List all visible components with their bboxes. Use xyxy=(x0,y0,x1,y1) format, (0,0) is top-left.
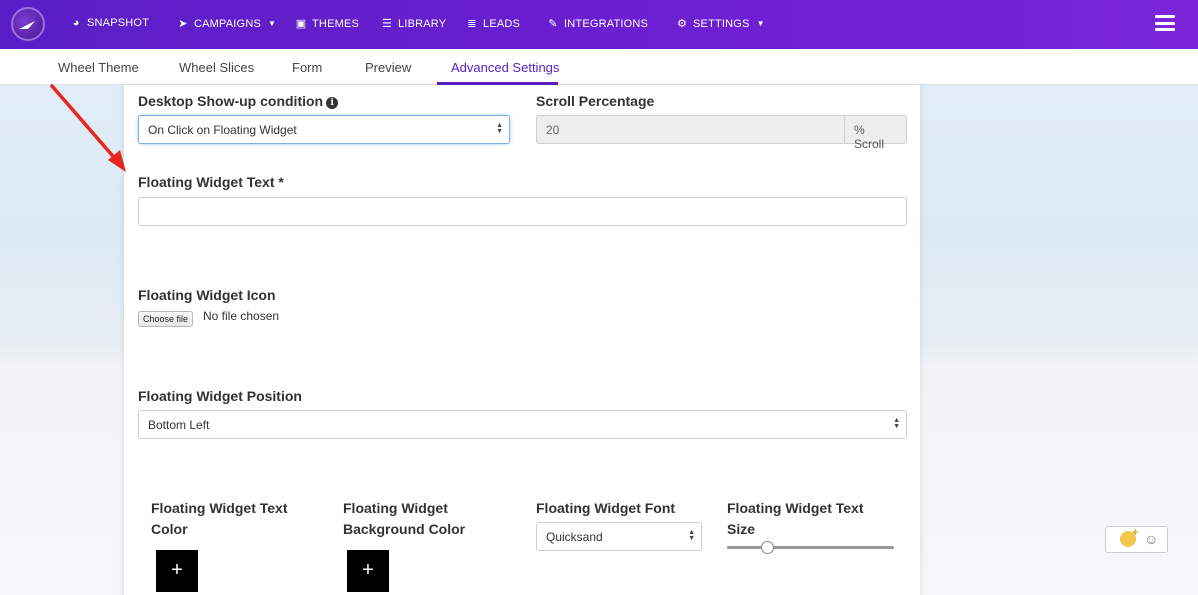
list-icon: ≣ xyxy=(467,18,477,30)
chevron-down-icon: ▼ xyxy=(268,19,277,28)
advanced-settings-panel: Desktop Show-up condition i On Click on F… xyxy=(124,85,920,595)
cogs-icon: ⚙ xyxy=(676,18,688,30)
scroll-percentage-label: Scroll Percentage xyxy=(536,93,655,109)
no-file-chosen-text: No file chosen xyxy=(203,309,280,323)
select-arrows-icon: ▲ ▼ xyxy=(893,417,900,430)
widget-text-label: Floating Widget Text * xyxy=(138,174,284,190)
scroll-percentage-addon: % Scroll xyxy=(844,115,907,151)
library-icon: ☰ xyxy=(381,18,393,30)
tab-wheel-theme[interactable]: Wheel Theme xyxy=(58,60,139,75)
tab-preview[interactable]: Preview xyxy=(365,60,411,75)
hamburger-menu-icon[interactable] xyxy=(1155,15,1175,31)
top-navbar: ◕ SNAPSHOT ➤ CAMPAIGNS ▼ ▣ THEMES ☰ LIBR… xyxy=(0,0,1198,49)
scroll-percentage-input: 20 xyxy=(536,115,845,144)
nav-integrations[interactable]: ✎ INTEGRATIONS xyxy=(547,17,648,31)
app-logo[interactable] xyxy=(11,7,45,41)
bg-color-add-button[interactable]: + xyxy=(347,550,389,592)
image-icon: ▣ xyxy=(295,18,307,30)
logo-pointer-icon xyxy=(19,21,35,29)
chevron-down-icon: ▼ xyxy=(756,19,765,28)
nav-snapshot[interactable]: ◕ SNAPSHOT xyxy=(70,17,149,29)
widget-position-select[interactable]: Bottom Left ▲ ▼ xyxy=(138,410,907,439)
editor-tabs: Wheel Theme Wheel Slices Form Preview Ad… xyxy=(0,49,1198,85)
text-size-label: Floating Widget Text Size xyxy=(727,500,864,537)
plus-icon: + xyxy=(1132,527,1139,539)
select-arrows-icon: ▲ ▼ xyxy=(688,529,695,542)
plug-icon: ✎ xyxy=(548,18,558,30)
choose-file-button[interactable]: Choose file xyxy=(138,311,194,327)
nav-campaigns[interactable]: ➤ CAMPAIGNS ▼ xyxy=(177,17,277,31)
dashboard-icon: ◕ xyxy=(72,17,80,29)
nav-leads[interactable]: ≣ LEADS xyxy=(466,17,520,31)
nav-themes[interactable]: ▣ THEMES xyxy=(295,17,359,31)
text-color-add-button[interactable]: + xyxy=(156,550,198,592)
paper-plane-icon: ➤ xyxy=(178,18,188,30)
smiley-icon: ☺ xyxy=(1144,531,1159,547)
tab-form[interactable]: Form xyxy=(292,60,322,75)
select-arrows-icon: ▲ ▼ xyxy=(496,122,503,135)
emoji-reaction-widget[interactable]: + ☺ xyxy=(1105,526,1168,553)
text-color-label: Floating Widget Text Color xyxy=(151,500,288,537)
desktop-condition-select[interactable]: On Click on Floating Widget ▲ ▼ xyxy=(138,115,510,144)
annotation-arrow-icon xyxy=(50,84,126,172)
info-icon[interactable]: i xyxy=(326,97,339,109)
widget-position-label: Floating Widget Position xyxy=(138,388,302,404)
desktop-condition-label: Desktop Show-up condition i xyxy=(138,93,339,109)
text-size-slider-thumb[interactable] xyxy=(760,541,774,554)
nav-settings[interactable]: ⚙ SETTINGS ▼ xyxy=(676,17,765,31)
nav-library[interactable]: ☰ LIBRARY xyxy=(381,17,446,31)
tab-advanced-settings[interactable]: Advanced Settings xyxy=(451,60,559,75)
font-label: Floating Widget Font xyxy=(536,500,676,516)
widget-icon-label: Floating Widget Icon xyxy=(138,287,276,303)
tab-wheel-slices[interactable]: Wheel Slices xyxy=(179,60,254,75)
bg-color-label: Floating Widget Background Color xyxy=(343,500,466,537)
text-size-slider-track[interactable] xyxy=(727,546,894,549)
widget-text-input[interactable] xyxy=(138,197,907,226)
font-select[interactable]: Quicksand ▲ ▼ xyxy=(536,522,702,551)
